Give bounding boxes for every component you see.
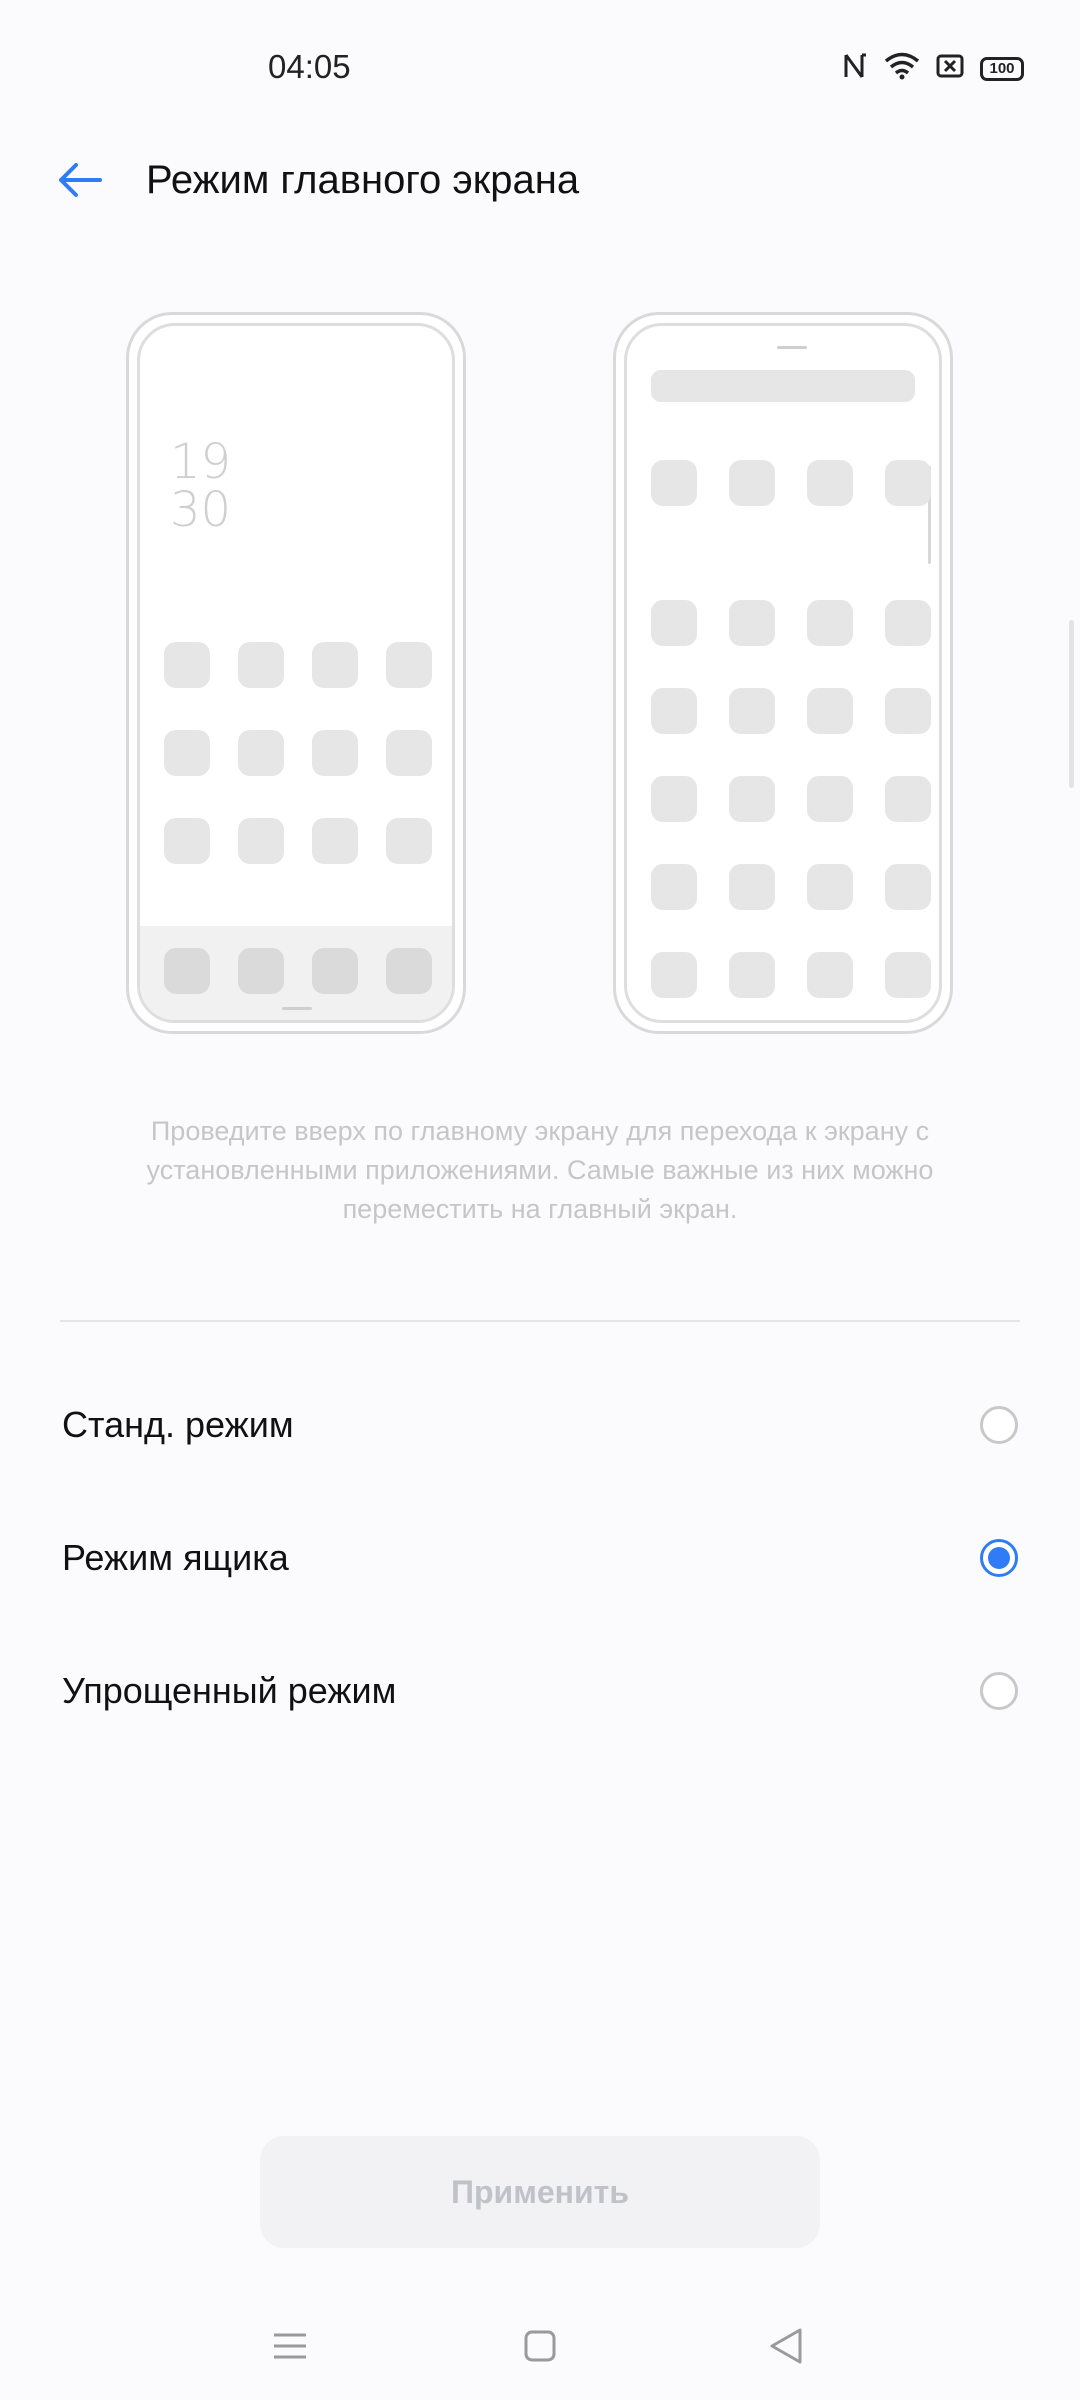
status-icons: 100	[842, 52, 1024, 85]
app-icon	[164, 730, 210, 776]
app-icon	[312, 642, 358, 688]
app-icon	[885, 600, 931, 646]
app-icon	[729, 688, 775, 734]
nfc-icon	[842, 52, 868, 85]
preview-clock: 19 30	[170, 438, 231, 534]
app-icon	[386, 818, 432, 864]
back-button[interactable]	[48, 150, 112, 214]
app-icon	[807, 688, 853, 734]
app-icon	[885, 952, 931, 998]
app-icon	[651, 776, 697, 822]
app-icon	[729, 776, 775, 822]
app-icon	[164, 642, 210, 688]
app-icon	[238, 730, 284, 776]
dock-app-icon	[238, 948, 284, 994]
app-icon	[312, 730, 358, 776]
phone-screen: 19 30	[137, 323, 455, 1023]
app-icon	[885, 688, 931, 734]
app-icon	[729, 864, 775, 910]
app-icon	[885, 864, 931, 910]
app-icon	[651, 864, 697, 910]
recent-apps-button[interactable]	[260, 2318, 320, 2378]
drawer-search-bar	[651, 370, 915, 402]
dock-app-icon	[386, 948, 432, 994]
home-icon	[523, 2329, 557, 2368]
app-icon	[807, 600, 853, 646]
radio-button[interactable]	[980, 1672, 1018, 1710]
app-icon	[651, 460, 697, 506]
app-icon	[651, 600, 697, 646]
wifi-icon	[884, 52, 920, 85]
option-standard-mode[interactable]: Станд. режим	[0, 1364, 1080, 1484]
app-icon	[238, 642, 284, 688]
option-label: Упрощенный режим	[62, 1670, 397, 1711]
app-icon	[386, 642, 432, 688]
back-triangle-icon	[768, 2327, 804, 2370]
nav-back-button[interactable]	[756, 2318, 816, 2378]
option-label: Режим ящика	[62, 1537, 289, 1578]
app-icon	[729, 460, 775, 506]
app-icon	[807, 864, 853, 910]
battery-icon: 100	[980, 56, 1024, 81]
app-icon	[807, 460, 853, 506]
clock-minute: 30	[170, 482, 232, 538]
clock-hour: 19	[170, 434, 232, 490]
home-handle	[282, 1007, 312, 1010]
page-title: Режим главного экрана	[146, 158, 580, 202]
app-icon	[651, 688, 697, 734]
radio-button-selected[interactable]	[980, 1539, 1018, 1577]
home-button[interactable]	[510, 2318, 570, 2378]
app-icon	[651, 952, 697, 998]
close-box-icon	[936, 53, 964, 84]
app-icon	[729, 600, 775, 646]
apply-button[interactable]: Применить	[260, 2136, 820, 2248]
page-scrollbar[interactable]	[1069, 620, 1074, 788]
arrow-left-icon	[56, 160, 104, 205]
app-icon	[729, 952, 775, 998]
app-icon	[885, 776, 931, 822]
divider	[60, 1320, 1020, 1322]
app-icon	[164, 818, 210, 864]
dock	[140, 926, 452, 1020]
drawer-handle	[777, 346, 807, 349]
mode-description: Проведите вверх по главному экрану для п…	[146, 1116, 934, 1224]
option-label: Станд. режим	[62, 1404, 294, 1445]
dock-app-icon	[164, 948, 210, 994]
drawer-mode-preview	[613, 312, 953, 1034]
status-time: 04:05	[268, 48, 351, 85]
option-drawer-mode[interactable]: Режим ящика	[0, 1497, 1080, 1617]
dock-app-icon	[312, 948, 358, 994]
app-icon	[807, 776, 853, 822]
menu-icon	[272, 2331, 308, 2366]
standard-mode-preview: 19 30	[126, 312, 466, 1034]
app-icon	[238, 818, 284, 864]
app-icon	[885, 460, 931, 506]
navigation-bar	[0, 2300, 1080, 2390]
radio-button[interactable]	[980, 1406, 1018, 1444]
app-icon	[386, 730, 432, 776]
option-simple-mode[interactable]: Упрощенный режим	[0, 1630, 1080, 1750]
app-icon	[807, 952, 853, 998]
app-icon	[312, 818, 358, 864]
phone-screen	[624, 323, 942, 1023]
